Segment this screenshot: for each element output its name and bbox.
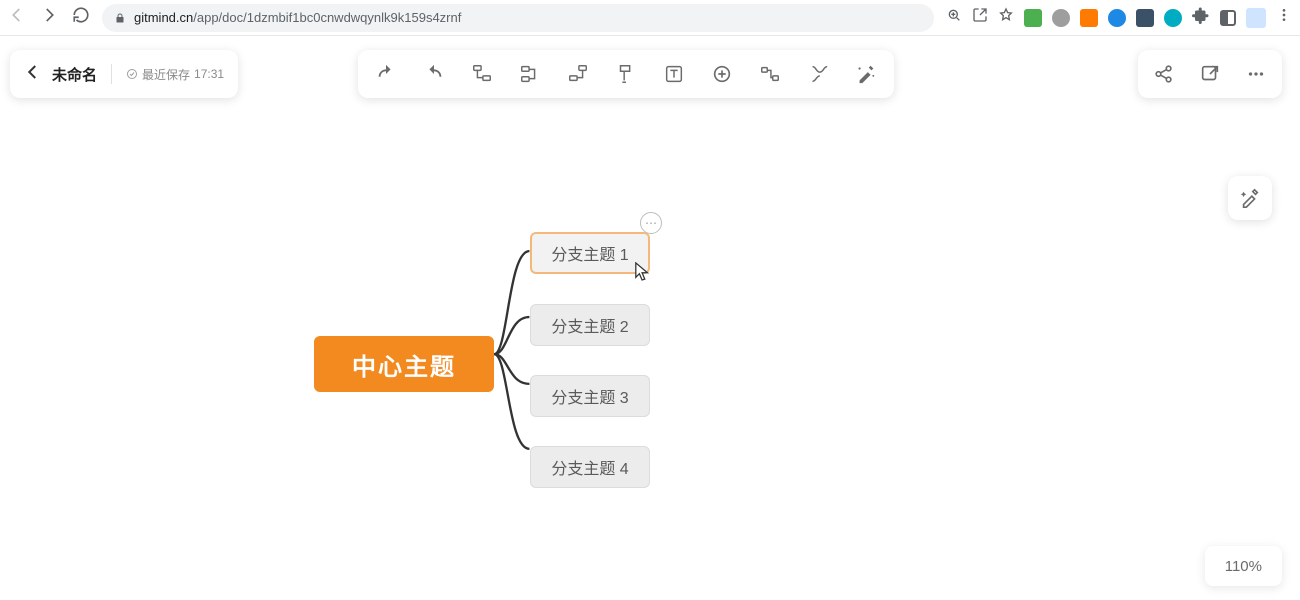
extension-icon-5[interactable] [1136, 9, 1154, 27]
lock-icon [114, 12, 126, 24]
branch-label: 分支主题 3 [551, 384, 628, 408]
browser-action-icons [946, 6, 1292, 29]
extension-icon-1[interactable] [1024, 9, 1042, 27]
url-path: /app/doc/1dzmbif1bc0cnwdwqynlk9k159s4zrn… [193, 10, 461, 25]
star-icon[interactable] [998, 7, 1014, 28]
root-node[interactable]: 中心主题 [314, 336, 494, 392]
mouse-cursor-icon [634, 262, 652, 282]
extension-icon-4[interactable] [1108, 9, 1126, 27]
extension-icon-6[interactable] [1164, 9, 1182, 27]
root-node-label: 中心主题 [352, 347, 456, 382]
nav-arrows [8, 6, 90, 29]
extension-icon-3[interactable] [1080, 9, 1098, 27]
chrome-menu-icon[interactable] [1276, 7, 1292, 28]
extension-icon-2[interactable] [1052, 9, 1070, 27]
branch-label: 分支主题 4 [551, 455, 628, 479]
extensions-puzzle-icon[interactable] [1192, 6, 1210, 29]
branch-node-3[interactable]: 分支主题 3 [530, 375, 650, 417]
app-area: 未命名 最近保存 17:31 [0, 36, 1300, 600]
url-bar[interactable]: gitmind.cn/app/doc/1dzmbif1bc0cnwdwqynlk… [102, 4, 934, 32]
reload-button[interactable] [72, 6, 90, 29]
branch-label: 分支主题 2 [551, 313, 628, 337]
share-icon[interactable] [972, 7, 988, 28]
branch-label: 分支主题 1 [551, 241, 628, 265]
node-more-handle[interactable]: ⋯ [640, 212, 662, 234]
branch-node-4[interactable]: 分支主题 4 [530, 446, 650, 488]
mindmap-canvas[interactable]: 中心主题 分支主题 1 分支主题 2 分支主题 3 分支主题 4 ⋯ [0, 36, 1300, 600]
zoom-indicator[interactable]: 110% [1205, 546, 1282, 586]
zoom-level: 110% [1225, 558, 1262, 575]
panel-toggle-icon[interactable] [1220, 10, 1236, 26]
branch-node-2[interactable]: 分支主题 2 [530, 304, 650, 346]
branch-node-1[interactable]: 分支主题 1 [530, 232, 650, 274]
url-domain: gitmind.cn [134, 10, 193, 25]
zoom-icon[interactable] [946, 7, 962, 28]
profile-avatar[interactable] [1246, 8, 1266, 28]
browser-chrome: gitmind.cn/app/doc/1dzmbif1bc0cnwdwqynlk… [0, 0, 1300, 36]
forward-button[interactable] [40, 6, 58, 29]
back-button[interactable] [8, 6, 26, 29]
url-text: gitmind.cn/app/doc/1dzmbif1bc0cnwdwqynlk… [134, 10, 461, 25]
